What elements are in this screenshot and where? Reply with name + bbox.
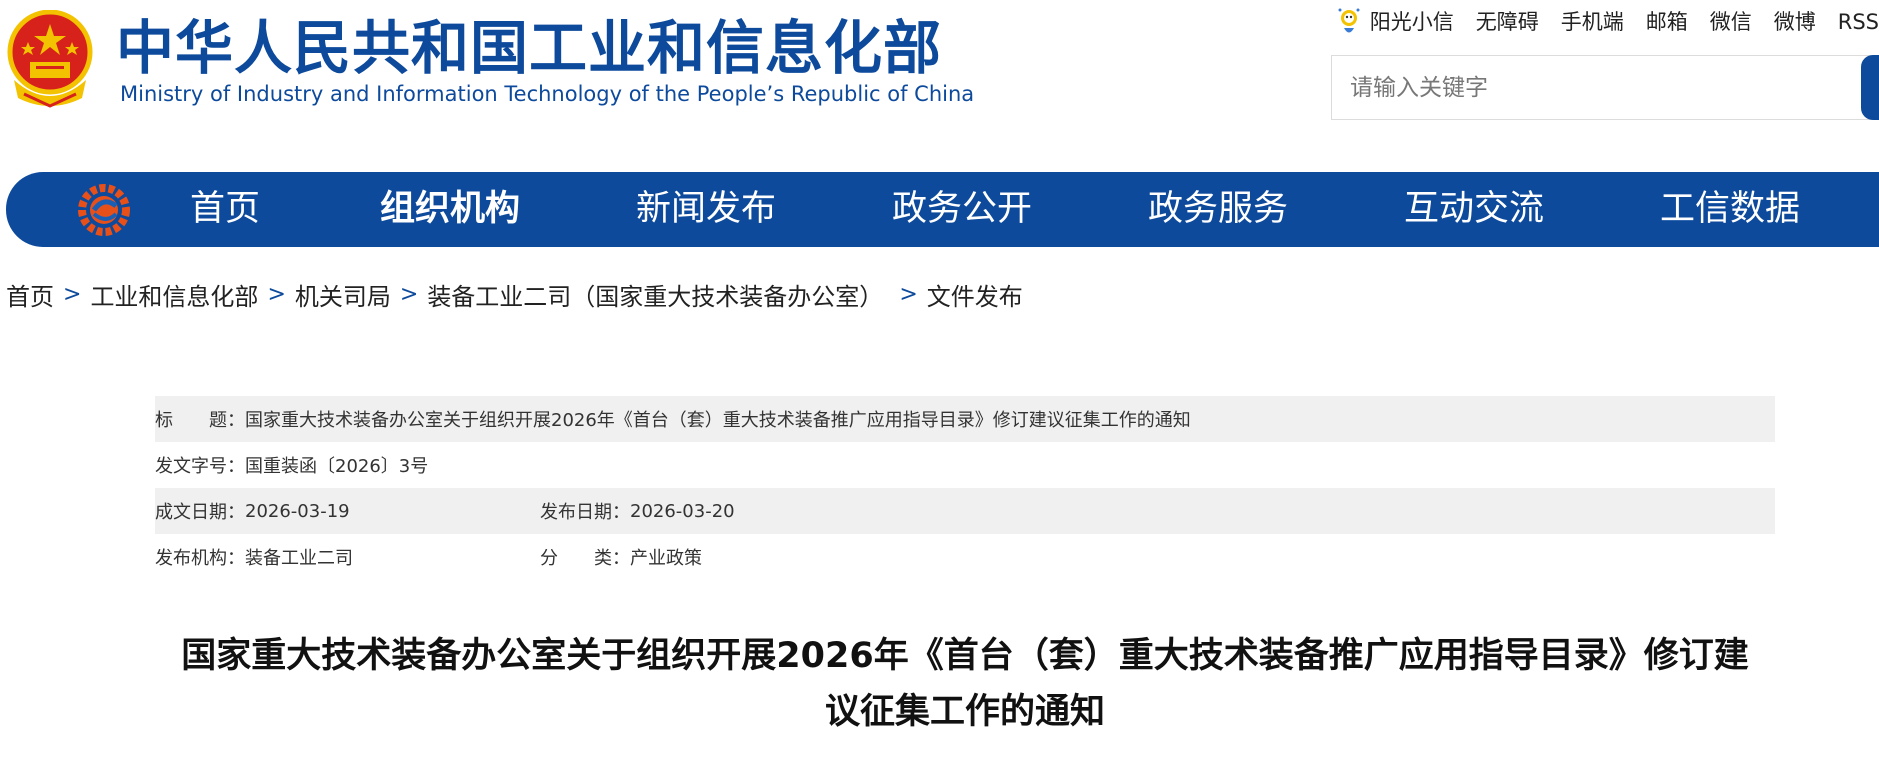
nav-government-affairs[interactable]: 政务公开 [892, 172, 1032, 247]
nav-home[interactable]: 首页 [190, 172, 260, 247]
top-links: 阳光小信 无障碍 手机端 邮箱 微信 微博 RSS [1336, 6, 1879, 38]
nav-organization[interactable]: 组织机构 [380, 172, 520, 247]
meta-row-docno: 发文字号： 国重装函〔2026〕3号 [155, 442, 1775, 488]
article-title-line2: 议征集工作的通知 [824, 692, 1105, 732]
national-emblem-icon[interactable] [4, 10, 96, 110]
nav-interaction[interactable]: 互动交流 [1404, 172, 1544, 247]
meta-row-dates: 成文日期： 2026-03-19 发布日期： 2026-03-20 [155, 488, 1775, 534]
search-box [1331, 55, 1879, 120]
meta-docno: 发文字号： 国重装函〔2026〕3号 [155, 452, 428, 478]
breadcrumb-separator: > [267, 281, 286, 307]
breadcrumb-miit[interactable]: 工业和信息化部 [90, 277, 258, 312]
site-title-en[interactable]: Ministry of Industry and Information Tec… [120, 80, 974, 108]
meta-title-value: 国家重大技术装备办公室关于组织开展2026年《首台（套）重大技术装备推广应用指导… [245, 410, 1191, 431]
meta-published-value: 2026-03-20 [630, 500, 735, 522]
nav-news[interactable]: 新闻发布 [636, 172, 776, 247]
meta-docno-value: 国重装函〔2026〕3号 [245, 456, 429, 477]
search-input[interactable] [1332, 56, 1862, 119]
main-nav: 首页 组织机构 新闻发布 政务公开 政务服务 互动交流 工信数据 [6, 172, 1879, 247]
link-mobile[interactable]: 手机端 [1561, 6, 1624, 38]
breadcrumb-home[interactable]: 首页 [6, 277, 54, 312]
meta-org-label: 发布机构： [155, 548, 245, 569]
miit-logo-icon[interactable] [78, 184, 130, 236]
article-title-line1: 国家重大技术装备办公室关于组织开展2026年《首台（套）重大技术装备推广应用指导… [181, 636, 1749, 676]
sunshine-mascot-icon[interactable] [1336, 6, 1362, 38]
meta-category-value: 产业政策 [630, 548, 702, 569]
document-meta-table: 标 题： 国家重大技术装备办公室关于组织开展2026年《首台（套）重大技术装备推… [155, 396, 1775, 580]
meta-org-value: 装备工业二司 [245, 548, 353, 569]
meta-created-value: 2026-03-19 [245, 500, 350, 522]
meta-category: 分 类： 产业政策 [540, 544, 702, 570]
link-accessibility[interactable]: 无障碍 [1476, 6, 1539, 38]
link-sunshine-xiaoxin[interactable]: 阳光小信 [1370, 6, 1454, 38]
site-title-cn[interactable]: 中华人民共和国工业和信息化部 [116, 12, 942, 84]
link-weibo[interactable]: 微博 [1774, 6, 1816, 38]
meta-docno-label: 发文字号： [155, 456, 245, 477]
site-header: 中华人民共和国工业和信息化部 Ministry of Industry and … [0, 0, 1879, 170]
breadcrumb-separator: > [899, 281, 918, 307]
article-title: 国家重大技术装备办公室关于组织开展2026年《首台（套）重大技术装备推广应用指导… [155, 628, 1775, 740]
meta-published: 发布日期： 2026-03-20 [540, 498, 735, 524]
breadcrumb-equipment-dept[interactable]: 装备工业二司（国家重大技术装备办公室） [427, 277, 883, 312]
meta-category-label: 分 类： [540, 548, 630, 569]
meta-title-label: 标 题： [155, 410, 245, 431]
meta-title: 标 题： 国家重大技术装备办公室关于组织开展2026年《首台（套）重大技术装备推… [155, 406, 1191, 432]
breadcrumb-departments[interactable]: 机关司局 [295, 277, 391, 312]
link-wechat[interactable]: 微信 [1710, 6, 1752, 38]
breadcrumb-separator: > [399, 281, 419, 307]
breadcrumb-separator: > [63, 281, 82, 307]
nav-government-services[interactable]: 政务服务 [1148, 172, 1288, 247]
meta-published-label: 发布日期： [540, 502, 630, 523]
nav-data[interactable]: 工信数据 [1660, 172, 1800, 247]
link-rss[interactable]: RSS [1838, 6, 1879, 38]
breadcrumb: 首页 > 工业和信息化部 > 机关司局 > 装备工业二司（国家重大技术装备办公室… [6, 276, 1023, 312]
link-mailbox[interactable]: 邮箱 [1646, 6, 1688, 38]
meta-created: 成文日期： 2026-03-19 [155, 498, 540, 524]
meta-org: 发布机构： 装备工业二司 [155, 544, 540, 570]
meta-row-title: 标 题： 国家重大技术装备办公室关于组织开展2026年《首台（套）重大技术装备推… [155, 396, 1775, 442]
meta-created-label: 成文日期： [155, 502, 245, 523]
breadcrumb-documents[interactable]: 文件发布 [927, 277, 1023, 312]
search-button[interactable] [1861, 55, 1879, 120]
meta-row-org: 发布机构： 装备工业二司 分 类： 产业政策 [155, 534, 1775, 580]
